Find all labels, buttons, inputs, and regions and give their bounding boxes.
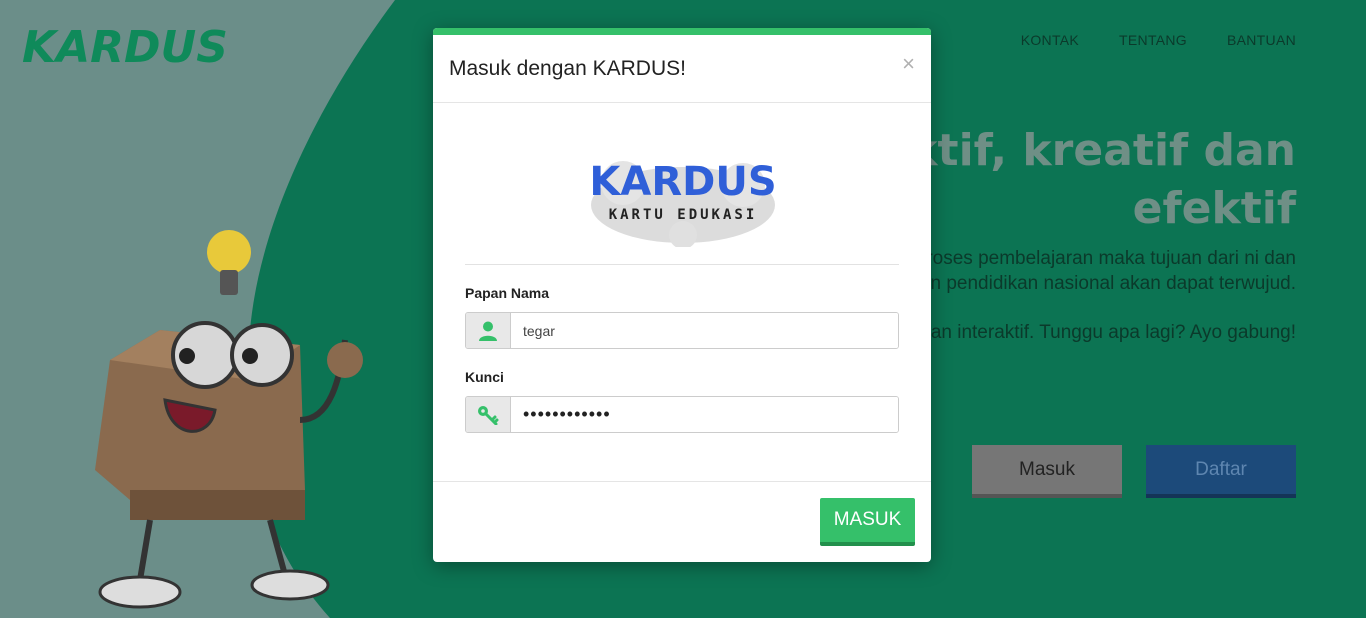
top-nav: KONTAK TENTANG BANTUAN xyxy=(1021,32,1296,48)
hero-masuk-button[interactable]: Masuk xyxy=(972,445,1122,498)
hero-title-line2: efektif xyxy=(1132,183,1296,234)
modal-header: Masuk dengan KARDUS! × xyxy=(433,35,931,103)
key-icon xyxy=(466,397,511,432)
password-field[interactable] xyxy=(511,397,898,432)
nav-link-tentang[interactable]: TENTANG xyxy=(1119,32,1187,48)
kardus-brand-logo: KARDUS KARTU EDUKASI xyxy=(589,159,777,247)
hero-daftar-button[interactable]: Daftar xyxy=(1146,445,1296,498)
svg-text:KARDUS!: KARDUS! xyxy=(22,22,230,70)
modal-body: KARDUS KARTU EDUKASI Papan Nama Kunci xyxy=(433,103,931,481)
divider xyxy=(465,264,899,265)
password-label: Kunci xyxy=(465,369,504,385)
nav-link-bantuan[interactable]: BANTUAN xyxy=(1227,32,1296,48)
modal-accent-bar xyxy=(433,28,931,35)
brand-subtitle: KARTU EDUKASI xyxy=(609,207,758,223)
username-label: Papan Nama xyxy=(465,285,550,301)
username-input-group xyxy=(465,312,899,349)
mascot-illustration xyxy=(0,0,395,618)
hero-description: proses pembelajaran maka tujuan dari ni … xyxy=(876,246,1296,369)
login-modal: Masuk dengan KARDUS! × KARDUS KARTU EDUK… xyxy=(433,28,931,562)
nav-link-kontak[interactable]: KONTAK xyxy=(1021,32,1079,48)
masuk-submit-button[interactable]: MASUK xyxy=(820,498,915,546)
password-input-group xyxy=(465,396,899,433)
user-icon xyxy=(466,313,511,348)
modal-title: Masuk dengan KARDUS! xyxy=(449,57,686,80)
hero-text-2: ik dan interaktif. Tunggu apa lagi? Ayo … xyxy=(901,322,1296,343)
hero-title: aktif, kreatif dan efektif xyxy=(879,122,1296,238)
close-icon[interactable]: × xyxy=(902,51,915,77)
site-logo[interactable]: KARDUS! xyxy=(20,10,230,70)
modal-footer: MASUK xyxy=(433,481,931,562)
hero-text-1: proses pembelajaran maka tujuan dari ni … xyxy=(889,248,1296,294)
brand-title: KARDUS xyxy=(589,159,776,205)
username-field[interactable] xyxy=(511,313,898,348)
hero-title-line1: aktif, kreatif dan xyxy=(878,125,1296,176)
